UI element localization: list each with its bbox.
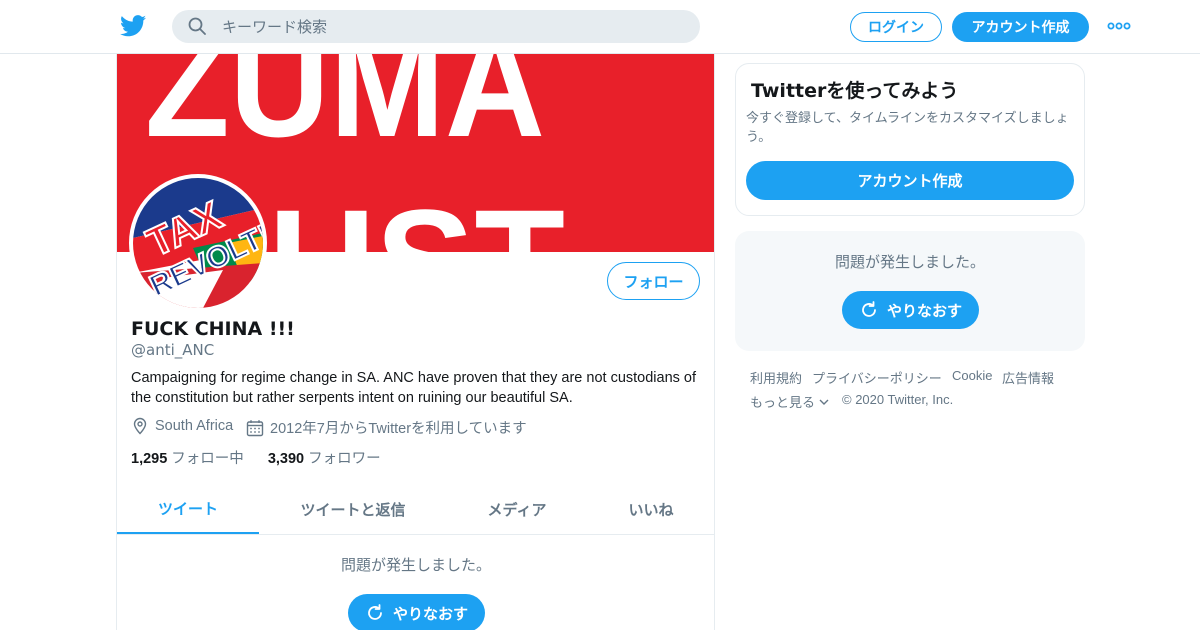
profile-bio: Campaigning for regime change in SA. ANC… bbox=[131, 370, 697, 406]
sidebar-error-message: 問題が発生しました。 bbox=[834, 253, 985, 271]
signup-card: Twitterを使ってみよう 今すぐ登録して、タイムラインをカスタマイズしましょ… bbox=[735, 63, 1085, 216]
following-count: 1,295 bbox=[131, 451, 168, 467]
refresh-icon bbox=[862, 301, 876, 317]
signup-card-description: 今すぐ登録して、タイムラインをカスタマイズしましょう。 bbox=[746, 111, 1069, 145]
search-box[interactable] bbox=[172, 10, 700, 43]
tab-tweets-and-replies[interactable]: ツイートと返信 bbox=[259, 484, 447, 534]
signup-card-title: Twitterを使ってみよう bbox=[751, 80, 959, 102]
tab-tweets[interactable]: ツイート bbox=[117, 484, 259, 534]
sidebar-error-card: 問題が発生しました。 やりなおす bbox=[735, 231, 1085, 351]
calendar-icon bbox=[246, 419, 264, 436]
top-navigation-bar: ログイン アカウント作成 bbox=[0, 0, 1200, 54]
avatar-graphic: TAX REVOLT! bbox=[133, 178, 263, 308]
refresh-icon bbox=[368, 604, 382, 620]
followers-stat[interactable]: 3,390 フォロワー bbox=[268, 451, 381, 467]
tab-likes[interactable]: いいね bbox=[587, 484, 714, 534]
banner-text-top: ZUMA bbox=[145, 54, 545, 168]
profile-location: South Africa bbox=[131, 417, 233, 435]
search-icon bbox=[188, 17, 206, 35]
tab-media[interactable]: メディア bbox=[447, 484, 587, 534]
follow-button[interactable]: フォロー bbox=[607, 262, 700, 300]
location-text: South Africa bbox=[155, 418, 234, 434]
twitter-bird-logo-icon[interactable] bbox=[120, 14, 146, 38]
join-date-text: 2012年7月からTwitterを利用しています bbox=[270, 421, 527, 437]
footer-link-cookie[interactable]: Cookie bbox=[952, 368, 992, 383]
followers-label: フォロワー bbox=[308, 451, 381, 467]
footer-link-privacy[interactable]: プライバシーポリシー bbox=[812, 368, 942, 387]
sidebar-retry-button[interactable]: やりなおす bbox=[842, 291, 979, 329]
timeline-error-message: 問題が発生しました。 bbox=[340, 556, 491, 574]
search-input[interactable] bbox=[222, 10, 682, 43]
timeline-retry-button[interactable]: やりなおす bbox=[348, 594, 485, 630]
followers-count: 3,390 bbox=[267, 451, 305, 467]
profile-tabs: ツイート ツイートと返信 メディア いいね bbox=[117, 484, 714, 535]
location-pin-icon bbox=[133, 417, 147, 435]
profile-avatar[interactable]: TAX REVOLT! bbox=[129, 174, 267, 312]
following-label: フォロー中 bbox=[171, 451, 244, 467]
timeline-retry-label: やりなおす bbox=[392, 604, 468, 623]
profile-join-date: 2012年7月からTwitterを利用しています bbox=[246, 417, 527, 438]
footer-more-link[interactable]: もっと見る bbox=[750, 392, 830, 411]
following-stat[interactable]: 1,295 フォロー中 bbox=[131, 451, 248, 467]
footer-link-ads[interactable]: 広告情報 bbox=[1002, 368, 1054, 387]
sidebar-retry-label: やりなおす bbox=[886, 301, 962, 320]
profile-handle[interactable]: @anti_ANC bbox=[131, 341, 214, 359]
signup-card-button[interactable]: アカウント作成 bbox=[746, 161, 1074, 200]
profile-stats: 1,295 フォロー中 3,390 フォロワー bbox=[131, 447, 381, 468]
footer-copyright: © 2020 Twitter, Inc. bbox=[842, 392, 954, 407]
profile-name: FUCK CHINA !!! bbox=[131, 318, 295, 340]
more-options-icon[interactable] bbox=[1107, 20, 1131, 32]
chevron-down-icon bbox=[819, 399, 829, 405]
footer-more-label: もっと見る bbox=[750, 395, 816, 410]
signup-button[interactable]: アカウント作成 bbox=[952, 12, 1089, 42]
profile-column: ZUMA MUST TAX REVOLT! フォロー FUCK CHINA !!… bbox=[116, 54, 715, 630]
login-button[interactable]: ログイン bbox=[850, 12, 942, 42]
footer-link-terms[interactable]: 利用規約 bbox=[750, 368, 802, 387]
